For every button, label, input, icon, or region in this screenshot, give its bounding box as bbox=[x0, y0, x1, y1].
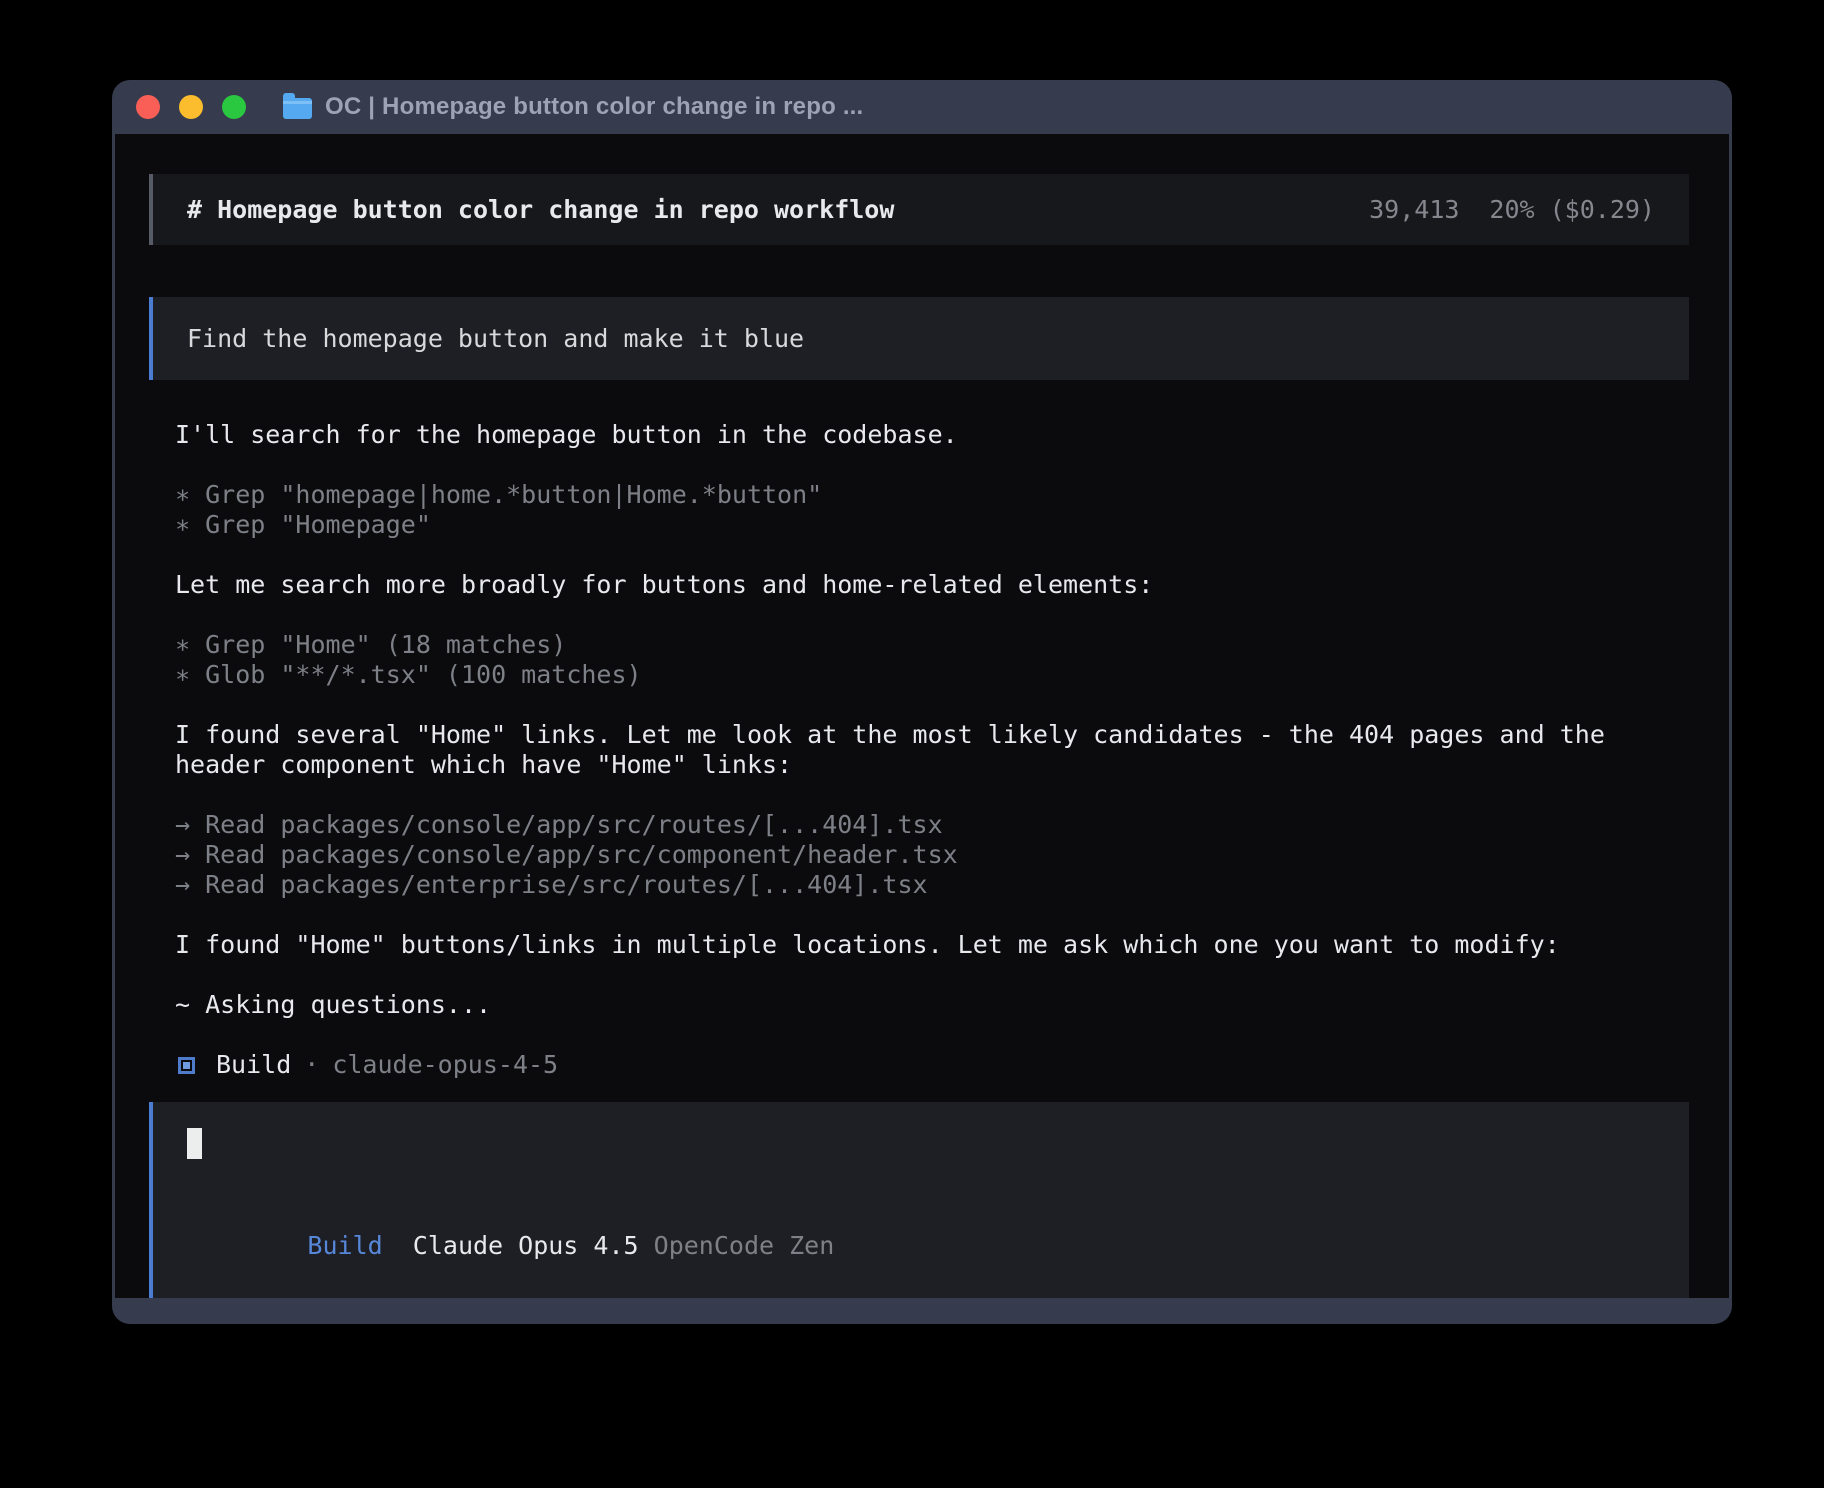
minimize-button[interactable] bbox=[179, 95, 203, 119]
input-model-name: Claude Opus 4.5 bbox=[413, 1231, 639, 1260]
token-count: 39,413 bbox=[1369, 195, 1459, 224]
session-header: # Homepage button color change in repo w… bbox=[149, 174, 1689, 245]
prompt-input[interactable]: Build Claude Opus 4.5 OpenCode Zen bbox=[149, 1102, 1689, 1298]
input-provider-name: OpenCode Zen bbox=[654, 1231, 835, 1260]
folder-icon bbox=[283, 98, 312, 119]
tool-call-line: ∗ Grep "homepage|home.*button|Home.*butt… bbox=[175, 480, 1689, 510]
context-usage-cost: 20% ($0.29) bbox=[1489, 195, 1655, 224]
tool-call-line: → Read packages/console/app/src/routes/[… bbox=[175, 810, 1689, 840]
separator-dot: · bbox=[304, 1050, 319, 1080]
titlebar[interactable]: OC | Homepage button color change in rep… bbox=[115, 80, 1729, 134]
input-agent-label: Build bbox=[307, 1231, 382, 1260]
session-title: # Homepage button color change in repo w… bbox=[187, 195, 894, 224]
tool-call-line: → Read packages/enterprise/src/routes/[.… bbox=[175, 870, 1689, 900]
zoom-button[interactable] bbox=[222, 95, 246, 119]
terminal-window: OC | Homepage button color change in rep… bbox=[112, 80, 1732, 1324]
traffic-lights bbox=[136, 95, 246, 119]
session-stats: 39,413 20% ($0.29) bbox=[1369, 195, 1655, 224]
title-group: OC | Homepage button color change in rep… bbox=[283, 93, 863, 121]
agent-status-line: Build · claude-opus-4-5 bbox=[149, 1050, 1689, 1080]
assistant-text-line: I'll search for the homepage button in t… bbox=[175, 420, 1689, 450]
close-button[interactable] bbox=[136, 95, 160, 119]
assistant-text-line: I found several "Home" links. Let me loo… bbox=[175, 720, 1689, 750]
model-id: claude-opus-4-5 bbox=[332, 1050, 558, 1080]
tool-call-line: ∗ Grep "Home" (18 matches) bbox=[175, 630, 1689, 660]
window-title: OC | Homepage button color change in rep… bbox=[325, 93, 863, 121]
assistant-text-line: Let me search more broadly for buttons a… bbox=[175, 570, 1689, 600]
user-message: Find the homepage button and make it blu… bbox=[149, 297, 1689, 380]
assistant-text-line: I found "Home" buttons/links in multiple… bbox=[175, 930, 1689, 960]
tool-call-line: → Read packages/console/app/src/componen… bbox=[175, 840, 1689, 870]
tool-call-line: ∗ Grep "Homepage" bbox=[175, 510, 1689, 540]
tool-call-line: ∗ Glob "**/*.tsx" (100 matches) bbox=[175, 660, 1689, 690]
agent-build-icon bbox=[178, 1057, 195, 1074]
window-footer bbox=[115, 1298, 1729, 1324]
asking-questions-line: ~ Asking questions... bbox=[175, 990, 1689, 1020]
model-line: Build Claude Opus 4.5 OpenCode Zen bbox=[187, 1201, 1655, 1291]
assistant-text-line: header component which have "Home" links… bbox=[175, 750, 1689, 780]
assistant-transcript: I'll search for the homepage button in t… bbox=[149, 420, 1689, 1020]
terminal-content: # Homepage button color change in repo w… bbox=[115, 134, 1729, 1298]
user-message-text: Find the homepage button and make it blu… bbox=[187, 324, 1655, 353]
agent-name: Build bbox=[216, 1050, 291, 1080]
text-cursor bbox=[187, 1128, 202, 1159]
